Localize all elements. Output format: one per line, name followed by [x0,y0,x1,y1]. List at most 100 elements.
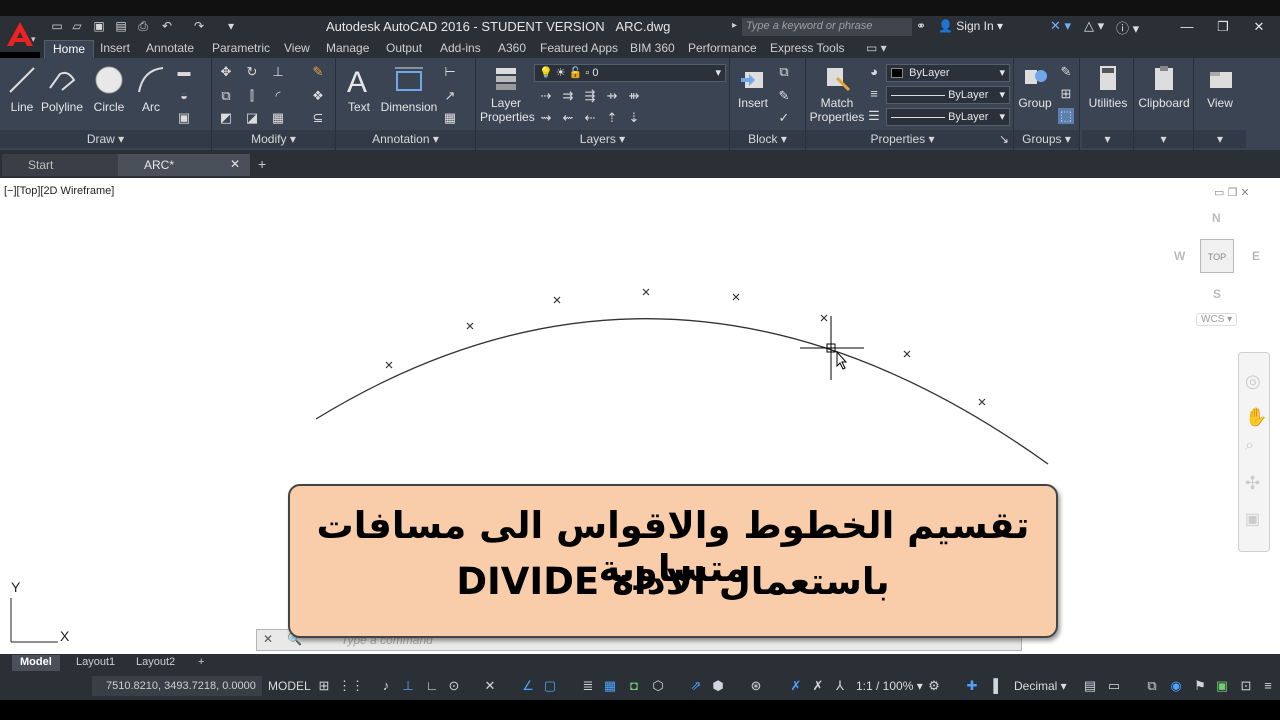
file-tab-start[interactable]: Start [2,154,134,176]
tab-featured-apps[interactable]: Featured Apps [532,40,626,58]
steering-wheel-icon[interactable]: ◎ [1245,371,1261,392]
fullscreen-icon[interactable]: ⊡ [1238,678,1254,694]
isolate-objects-icon[interactable]: ⧉ [1144,678,1160,694]
add-layout-button[interactable]: + [190,655,212,671]
ribbon-toggle-icon[interactable]: ▭ ▾ [858,40,895,58]
orbit-icon[interactable]: ✣ [1245,473,1260,494]
file-tab-arc[interactable]: ARC* ✕ [118,154,250,176]
viewcube[interactable]: N W E S TOP WCS ▾ [1170,205,1266,335]
binoculars-icon[interactable]: ⚭ [916,19,926,33]
draw-panel-title[interactable]: Draw ▾ [0,130,211,148]
layout-tab-layout1[interactable]: Layout1 [68,655,123,671]
hardware-acceleration-icon[interactable]: ◉ [1168,678,1184,694]
match-properties-button[interactable]: Match Properties [808,64,866,124]
copy-icon[interactable]: ⧉ [218,88,234,104]
close-button[interactable]: ✕ [1242,16,1276,38]
tab-add-ins[interactable]: Add-ins [432,40,489,58]
insert-button[interactable]: Insert [734,64,772,110]
tab-insert[interactable]: Insert [92,40,138,58]
arc-button[interactable]: Arc [134,64,168,114]
tab-output[interactable]: Output [378,40,430,58]
model-space-button[interactable]: MODEL [268,676,311,696]
new-icon[interactable]: ▭ [48,18,66,34]
move-icon[interactable]: ✥ [218,64,234,80]
lineweight-dropdown[interactable]: ByLayer ▾ [886,86,1010,104]
circle-button[interactable]: Circle [90,64,128,114]
tab-parametric[interactable]: Parametric [204,40,278,58]
new-tab-button[interactable]: + [258,156,266,172]
leader-icon[interactable]: ↗ [442,88,458,104]
lock-ui-icon[interactable]: ▭ [1106,678,1122,694]
group-edit-icon[interactable]: ⊞ [1058,86,1074,102]
selection-filter-icon[interactable]: ⬢ [710,678,726,694]
annotation-monitor-icon[interactable]: ✚ [964,678,980,694]
layer-tool-icon-8[interactable]: ⇠ [582,110,598,126]
dimension-button[interactable]: Dimension [380,64,438,114]
block-attr-icon[interactable]: ✓ [776,110,792,126]
linetype-icon[interactable]: ☰ [866,108,882,124]
save-icon[interactable]: ▣ [90,18,108,34]
3d-osnap-icon[interactable]: ⬡ [650,678,666,694]
tab-a360[interactable]: A360 [490,40,534,58]
region-icon[interactable]: ▣ [176,110,192,126]
layout-tab-model[interactable]: Model [12,655,60,671]
clipboard-expand[interactable]: ▾ [1134,130,1193,148]
layer-tool-icon-5[interactable]: ⇻ [626,88,642,104]
save-as-icon[interactable]: ▤ [112,18,130,34]
erase-icon[interactable]: ✎ [310,64,326,80]
sign-in-button[interactable]: 👤 Sign In ▾ [938,19,1003,33]
layer-tool-icon-1[interactable]: ⇢ [538,88,554,104]
linear-dim-icon[interactable]: ⊢ [442,64,458,80]
mirror-icon[interactable]: ⫿ [244,88,260,104]
annotation-panel-title[interactable]: Annotation ▾ [336,130,475,148]
offset-icon[interactable]: ⊆ [310,110,326,126]
create-block-icon[interactable]: ⧉ [776,64,792,80]
minimize-button[interactable]: — [1170,16,1204,38]
command-close-icon[interactable]: ✕ [263,632,273,646]
rectangle-icon[interactable]: ▬ [176,64,192,80]
redo-icon[interactable]: ↷ [190,18,208,34]
layer-tool-icon-7[interactable]: ⇜ [560,110,576,126]
modify-panel-title[interactable]: Modify ▾ [212,130,335,148]
object-snap-icon[interactable]: ▢ [542,678,558,694]
search-input[interactable]: Type a keyword or phrase [742,18,912,36]
zoom-icon[interactable]: ⌕ [1245,437,1254,455]
tab-express-tools[interactable]: Express Tools [762,40,852,58]
snap-icon[interactable]: ⋮⋮ [338,678,364,694]
layer-tool-icon-6[interactable]: ⇝ [538,110,554,126]
wcs-menu[interactable]: WCS ▾ [1196,313,1238,326]
ortho-icon[interactable]: ∟ [424,678,440,694]
stretch-icon[interactable]: ◩ [218,110,234,126]
viewcube-north[interactable]: N [1212,211,1221,225]
dynamic-ucs-icon[interactable]: ⇗ [688,678,704,694]
block-panel-title[interactable]: Block ▾ [730,130,805,148]
rotate-icon[interactable]: ↻ [244,64,260,80]
isodraft-icon[interactable]: ✕ [482,678,498,694]
layer-tool-icon-2[interactable]: ⇉ [560,88,576,104]
scale-icon[interactable]: ◪ [244,110,260,126]
open-icon[interactable]: ▱ [68,18,86,34]
group-button[interactable]: Group [1016,64,1054,110]
viewcube-south[interactable]: S [1213,287,1221,301]
fillet-icon[interactable]: ◜ [270,88,286,104]
viewcube-top-face[interactable]: TOP [1200,239,1234,273]
clipboard-button[interactable]: Clipboard [1136,64,1192,110]
restore-button[interactable]: ❐ [1206,16,1240,38]
tab-home[interactable]: Home [44,40,95,58]
layers-panel-title[interactable]: Layers ▾ [476,130,729,148]
arc-entity[interactable] [315,318,1049,465]
coordinates-readout[interactable]: 7510.8210, 3493.7218, 0.0000 [92,676,262,696]
tab-view[interactable]: View [276,40,318,58]
trim-icon[interactable]: ⊥ [270,64,286,80]
group-select-icon[interactable]: ⬚ [1058,108,1074,124]
close-tab-icon[interactable]: ✕ [230,157,240,171]
lineweight-toggle-icon[interactable]: ≣ [580,678,596,694]
showmotion-icon[interactable]: ▣ [1245,509,1260,529]
array-icon[interactable]: ▦ [270,110,286,126]
units-dropdown[interactable]: Decimal ▾ [1014,676,1067,696]
exchange-apps-icon[interactable]: ✕ ▾ [1050,18,1071,34]
auto-scale-icon[interactable]: ✗ [810,678,826,694]
utilities-expand[interactable]: ▾ [1082,130,1133,148]
viewcube-east[interactable]: E [1252,249,1260,263]
hatch-icon[interactable]: ◒ [176,88,192,104]
